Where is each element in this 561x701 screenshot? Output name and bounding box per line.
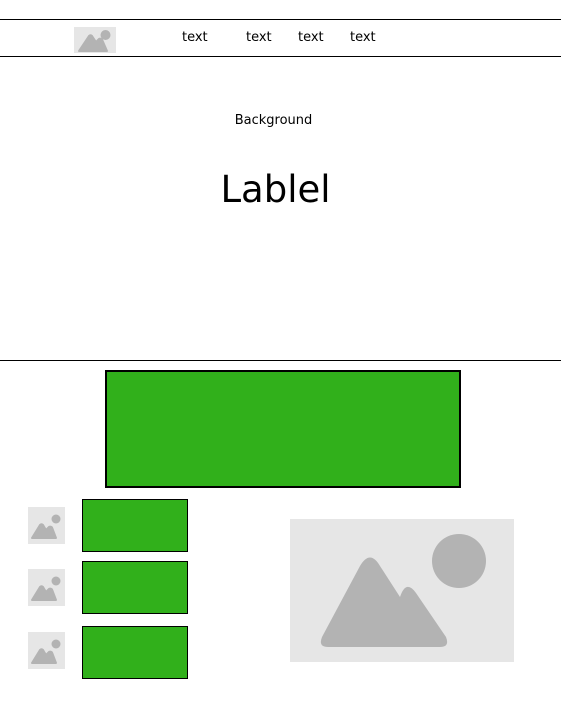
nav-link-4[interactable]: text [350, 29, 376, 47]
logo-image-placeholder-icon[interactable] [74, 27, 116, 53]
thumbnail-image-placeholder-icon [28, 507, 65, 544]
thumbnail-image-placeholder-icon [28, 569, 65, 606]
green-card-3[interactable] [82, 626, 188, 679]
nav-link-3[interactable]: text [298, 29, 324, 47]
green-card-2[interactable] [82, 561, 188, 614]
nav-link-2[interactable]: text [246, 29, 272, 47]
hero-title: Lablel [220, 168, 331, 211]
nav-link-1[interactable]: text [182, 29, 208, 47]
green-banner-block[interactable] [105, 370, 461, 488]
hero-background-label: Background [234, 113, 313, 128]
feature-image-placeholder-icon [290, 519, 514, 662]
top-nav-bar: text text text text [0, 19, 561, 57]
thumbnail-image-placeholder-icon [28, 632, 65, 669]
green-card-1[interactable] [82, 499, 188, 552]
section-divider [0, 360, 561, 361]
